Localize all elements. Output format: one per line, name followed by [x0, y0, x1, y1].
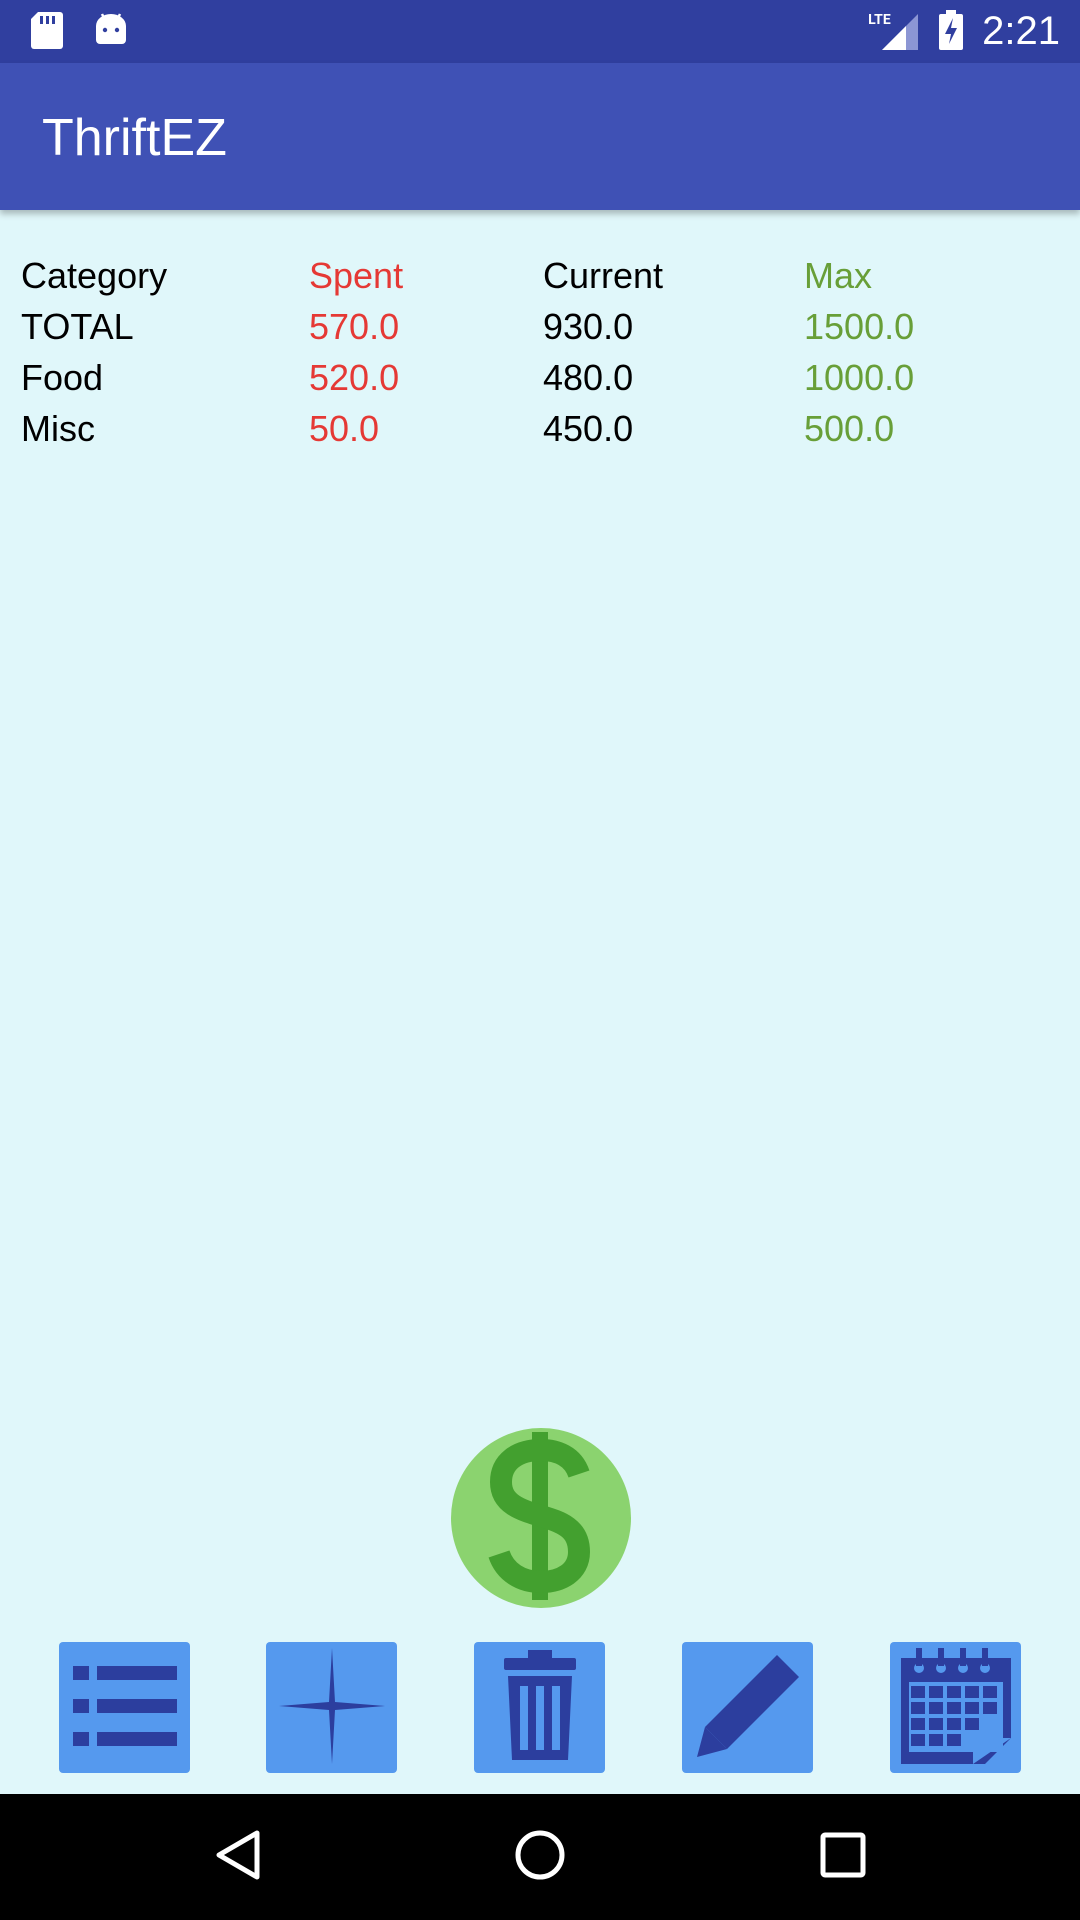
plus-icon — [277, 1646, 387, 1770]
battery-charging-icon — [938, 9, 964, 54]
lte-signal-icon: LTE — [868, 12, 920, 52]
sd-card-icon — [30, 10, 64, 54]
max-cell: 1500.0 — [804, 306, 915, 347]
android-icon — [94, 12, 128, 52]
edit-button[interactable] — [682, 1642, 813, 1773]
list-icon — [71, 1660, 179, 1756]
app-title: ThriftEZ — [42, 109, 227, 167]
spent-cell: 520.0 — [309, 357, 400, 398]
dollar-icon — [481, 1426, 601, 1610]
add-expense-fab[interactable] — [451, 1428, 631, 1608]
budget-table: Category Spent Current Max TOTAL 570.0 9… — [0, 255, 1080, 459]
category-cell: TOTAL — [21, 306, 134, 347]
home-button[interactable] — [477, 1794, 603, 1920]
status-bar: LTE 2:21 — [0, 0, 1080, 63]
recents-icon — [819, 1831, 867, 1883]
max-cell: 500.0 — [804, 408, 895, 449]
trash-icon — [500, 1648, 580, 1768]
max-cell: 1000.0 — [804, 357, 915, 398]
calendar-button[interactable] — [890, 1642, 1021, 1773]
table-row: Food 520.0 480.0 1000.0 — [0, 357, 1080, 408]
navigation-bar — [0, 1794, 1080, 1920]
app-bar: ThriftEZ — [0, 63, 1080, 210]
header-max: Max — [804, 255, 873, 296]
back-button[interactable] — [174, 1794, 300, 1920]
calendar-icon — [897, 1646, 1015, 1770]
spent-cell: 50.0 — [309, 408, 380, 449]
spent-cell: 570.0 — [309, 306, 400, 347]
recents-button[interactable] — [780, 1794, 906, 1920]
table-row: Misc 50.0 450.0 500.0 — [0, 408, 1080, 459]
back-icon — [213, 1829, 261, 1885]
network-label: LTE — [868, 11, 891, 28]
header-current: Current — [543, 255, 664, 296]
add-button[interactable] — [266, 1642, 397, 1773]
header-category: Category — [21, 255, 168, 296]
table-header-row: Category Spent Current Max — [0, 255, 1080, 306]
list-button[interactable] — [59, 1642, 190, 1773]
current-cell: 450.0 — [543, 408, 634, 449]
current-cell: 480.0 — [543, 357, 634, 398]
delete-button[interactable] — [474, 1642, 605, 1773]
table-row: TOTAL 570.0 930.0 1500.0 — [0, 306, 1080, 357]
pencil-icon — [693, 1651, 803, 1765]
category-cell: Misc — [21, 408, 95, 449]
header-spent: Spent — [309, 255, 404, 296]
current-cell: 930.0 — [543, 306, 634, 347]
clock: 2:21 — [982, 9, 1060, 53]
home-icon — [514, 1829, 566, 1885]
category-cell: Food — [21, 357, 104, 398]
